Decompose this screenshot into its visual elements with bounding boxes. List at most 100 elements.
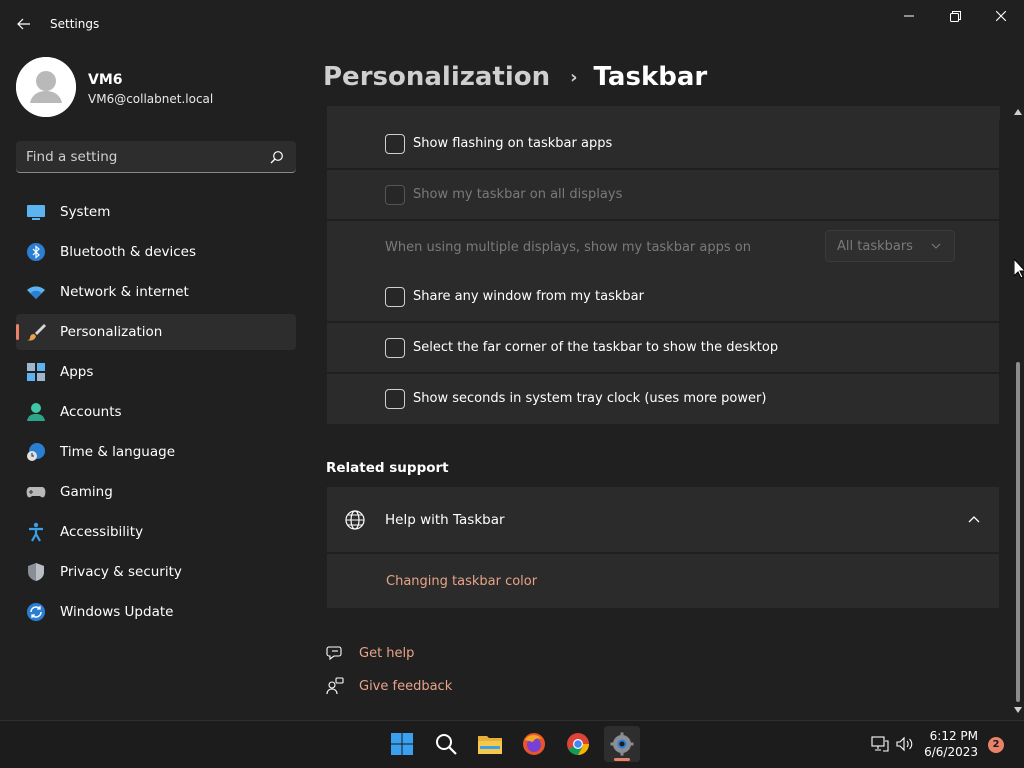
sidebar-item-network[interactable]: Network & internet [16,274,296,310]
chevron-down-icon [931,243,941,249]
feedback-icon [326,677,344,695]
sidebar-item-label: Network & internet [60,284,189,300]
clock-date: 6/6/2023 [924,745,978,759]
setting-label: Show my taskbar on all displays [413,187,623,202]
setting-row-show-seconds[interactable]: Show seconds in system tray clock (uses … [327,374,999,424]
chevron-right-icon: › [570,66,578,88]
setting-label: When using multiple displays, show my ta… [385,240,751,255]
scroll-down-icon[interactable] [1014,706,1022,714]
setting-row-far-corner[interactable]: Select the far corner of the taskbar to … [327,323,999,373]
scroll-thumb[interactable] [1016,362,1020,702]
breadcrumb: Personalization › Taskbar [323,57,707,97]
file-explorer-button[interactable] [472,726,508,762]
taskbar-search-button[interactable] [428,726,464,762]
account-icon [27,403,45,421]
brush-icon [27,324,46,341]
wifi-icon [27,286,45,299]
file-explorer-icon [478,736,502,754]
chrome-icon [567,733,589,755]
mouse-cursor-icon [1014,259,1024,279]
sidebar-item-label: Gaming [60,484,113,500]
sidebar-nav: System Bluetooth & devices Network & int… [16,194,296,634]
setting-label: Share any window from my taskbar [413,289,644,304]
sidebar-item-accounts[interactable]: Accounts [16,394,296,430]
setting-label: Select the far corner of the taskbar to … [413,340,779,355]
avatar [16,57,76,117]
accessibility-icon [29,522,43,542]
search-icon[interactable] [270,150,284,164]
start-button[interactable] [384,726,420,762]
changing-taskbar-color-link[interactable]: Changing taskbar color [386,574,537,589]
sidebar-item-label: Accessibility [60,524,144,540]
help-title: Help with Taskbar [385,512,505,528]
settings-card-top [327,106,1000,120]
search-input[interactable] [26,141,266,172]
chrome-button[interactable] [560,726,596,762]
sidebar-item-apps[interactable]: Apps [16,354,296,390]
sidebar-item-label: Time & language [60,444,176,460]
user-profile[interactable]: VM6 VM6@collabnet.local [16,57,296,117]
search-box [16,141,296,173]
user-avatar-icon [16,57,76,117]
globe-icon [345,510,365,530]
maximize-button[interactable] [932,0,978,32]
scroll-up-icon[interactable] [1014,108,1022,116]
sidebar-item-system[interactable]: System [16,194,296,230]
sidebar-item-gaming[interactable]: Gaming [16,474,296,510]
setting-row-flashing[interactable]: Show flashing on taskbar apps [327,119,999,169]
bluetooth-icon [27,243,45,261]
taskbar: 6:12 PM 6/6/2023 2 [0,720,1024,768]
search-icon [436,734,457,755]
checkbox[interactable] [385,134,405,154]
profile-email: VM6@collabnet.local [88,92,214,106]
help-content: Changing taskbar color [327,554,999,608]
sidebar-item-label: Apps [60,364,94,380]
start-icon [391,733,413,755]
restore-icon [949,10,961,22]
system-icon [27,205,45,220]
setting-row-share-window[interactable]: Share any window from my taskbar [327,272,999,322]
setting-row-multiple-displays: When using multiple displays, show my ta… [327,221,999,273]
title-bar: Settings [0,0,1024,48]
update-icon [27,603,45,621]
app-title: Settings [50,17,100,31]
help-with-taskbar-expander[interactable]: Help with Taskbar [327,487,999,552]
get-help-label: Get help [359,646,415,661]
checkbox [385,185,405,205]
checkbox[interactable] [385,338,405,358]
minimize-button[interactable] [886,0,932,32]
settings-icon [610,732,634,756]
sidebar-item-label: Privacy & security [60,564,182,580]
page-title: Taskbar [593,62,708,92]
active-app-indicator [614,758,630,761]
scrollbar[interactable] [1013,106,1023,718]
setting-row-all-displays: Show my taskbar on all displays [327,170,999,220]
sidebar-item-privacy-security[interactable]: Privacy & security [16,554,296,590]
sidebar-item-personalization[interactable]: Personalization [16,314,296,350]
close-button[interactable] [978,0,1024,32]
back-button[interactable] [12,12,36,36]
volume-icon[interactable] [895,736,913,752]
sidebar-item-label: Personalization [60,324,163,340]
network-icon[interactable] [871,736,889,752]
chevron-up-icon[interactable] [967,514,981,524]
system-clock[interactable]: 6:12 PM 6/6/2023 [918,728,978,760]
setting-label: Show flashing on taskbar apps [413,136,613,151]
apps-icon [27,363,45,381]
sidebar-item-windows-update[interactable]: Windows Update [16,594,296,630]
breadcrumb-parent[interactable]: Personalization [323,62,550,92]
give-feedback-label: Give feedback [359,679,453,694]
checkbox[interactable] [385,287,405,307]
settings-app-button[interactable] [604,726,640,762]
sidebar-item-time-language[interactable]: Time & language [16,434,296,470]
back-arrow-icon [17,18,30,30]
checkbox[interactable] [385,389,405,409]
firefox-icon [523,733,545,755]
firefox-button[interactable] [516,726,552,762]
sidebar-item-accessibility[interactable]: Accessibility [16,514,296,550]
get-help-icon [326,646,342,661]
close-icon [996,11,1006,21]
clock-globe-icon [27,443,45,461]
notification-badge[interactable]: 2 [988,737,1004,753]
sidebar-item-bluetooth[interactable]: Bluetooth & devices [16,234,296,270]
